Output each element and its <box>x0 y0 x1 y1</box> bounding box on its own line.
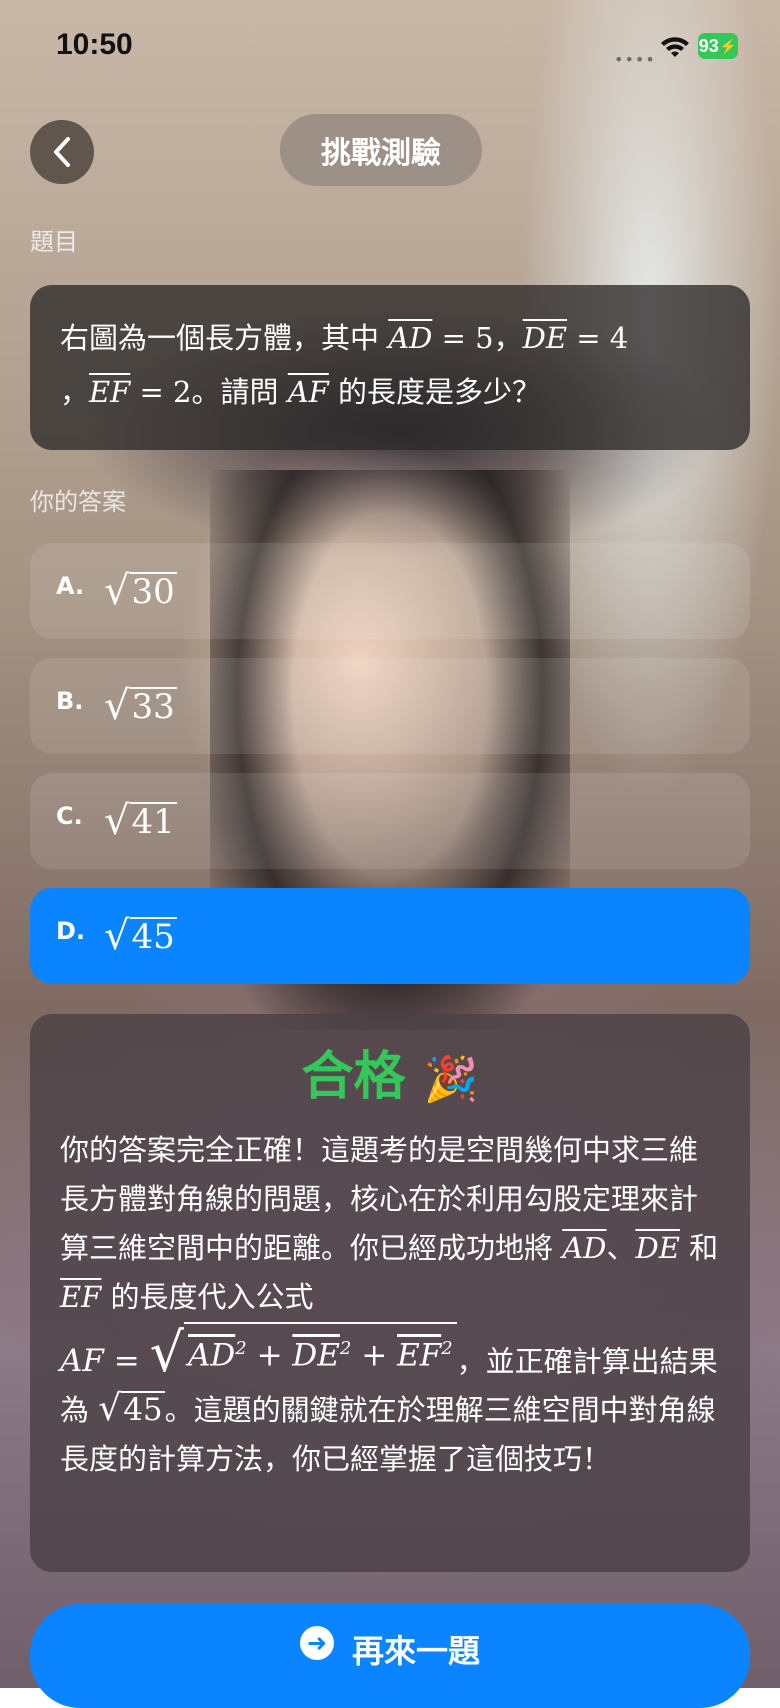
formula-lhs: AF = <box>60 1343 140 1380</box>
question-text: 的長度是多少？ <box>338 375 542 409</box>
option-value: √ 30 <box>104 568 177 614</box>
option-a[interactable]: A. √ 30 <box>30 543 750 639</box>
option-letter: D. <box>56 917 86 945</box>
question-card: 右圖為一個長方體，其中 AD = 5，DE = 4 ，EF = 2。請問 AF … <box>30 285 750 450</box>
separator: ， <box>60 375 90 409</box>
wifi-icon <box>661 37 689 57</box>
option-value: √ 41 <box>104 798 177 844</box>
segment-de: DE <box>635 1231 680 1265</box>
segment-ef: EF <box>60 1280 102 1314</box>
status-bar: 10:50 •••• 93 ⚡ <box>0 0 780 90</box>
back-button[interactable] <box>30 120 94 184</box>
option-letter: B. <box>56 687 84 715</box>
value-4: = 4 <box>576 321 629 355</box>
option-letter: A. <box>56 572 85 600</box>
question-text: 。請問 <box>191 375 279 409</box>
signal-icon: •••• <box>614 50 656 69</box>
arrow-right-icon: ➜ <box>299 1626 334 1660</box>
segment-ad: AD <box>388 321 433 355</box>
value-5: = 5 <box>441 321 494 355</box>
pass-label: 合格 <box>301 1047 406 1107</box>
separator: 、 <box>606 1231 636 1265</box>
status-time: 10:50 <box>56 28 133 61</box>
option-b[interactable]: B. √ 33 <box>30 658 750 754</box>
formula-ad: AD <box>188 1337 236 1374</box>
result-explanation: 你的答案完全正確！這題考的是空間幾何中求三維長方體對角線的問題，核心在於利用勾股… <box>60 1126 720 1484</box>
option-d[interactable]: D. √ 45 <box>30 888 750 984</box>
answer-section-label: 你的答案 <box>30 488 126 516</box>
result-card: 合格 🎉 你的答案完全正確！這題考的是空間幾何中求三維長方體對角線的問題，核心在… <box>30 1014 750 1572</box>
result-value: √ 45 <box>98 1388 165 1430</box>
battery-level: 93 <box>698 35 719 56</box>
question-text: 右圖為一個長方體，其中 <box>60 321 380 355</box>
formula-ef: EF <box>397 1337 442 1374</box>
option-value: √ 33 <box>104 683 177 729</box>
segment-ef: EF <box>89 375 131 409</box>
page-title: 挑戰測驗 <box>280 114 482 186</box>
conjunction: 和 <box>689 1231 719 1265</box>
option-letter: C. <box>56 802 83 830</box>
segment-af: AF <box>287 375 329 409</box>
next-question-label: 再來一題 <box>351 1632 480 1670</box>
option-c[interactable]: C. √ 41 <box>30 773 750 869</box>
chevron-left-icon <box>54 137 70 167</box>
explanation-text: 的長度代入公式 <box>110 1280 314 1314</box>
party-popper-icon: 🎉 <box>423 1054 479 1105</box>
option-value: √ 45 <box>104 913 177 959</box>
question-section-label: 題目 <box>30 228 78 256</box>
battery-icon: 93 ⚡ <box>698 33 738 59</box>
formula: AF = √ AD2 + DE2 + EF2 <box>60 1322 457 1380</box>
next-question-button[interactable]: ➜ 再來一題 <box>30 1604 750 1708</box>
separator: ， <box>493 321 523 355</box>
result-title: 合格 🎉 <box>60 1040 720 1114</box>
formula-de: DE <box>292 1337 340 1374</box>
segment-de: DE <box>522 321 568 355</box>
value-2: = 2 <box>139 375 192 409</box>
segment-ad: AD <box>562 1231 607 1265</box>
